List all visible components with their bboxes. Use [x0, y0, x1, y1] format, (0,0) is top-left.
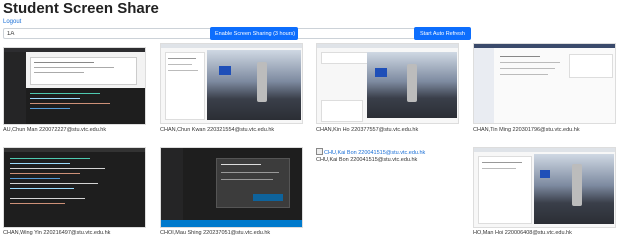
page-title: Student Screen Share	[3, 0, 159, 17]
screen-thumbnail[interactable]	[3, 147, 146, 228]
student-caption: CHOI,Mau Shing 220237051@stu.vtc.edu.hk	[160, 230, 271, 236]
student-caption: CHAN,Wing Yin 220216497@stu.vtc.edu.hk	[3, 230, 111, 236]
screen-thumbnail[interactable]	[160, 43, 303, 124]
student-caption: CHAN,Chun Kwan 220321554@stu.vtc.edu.hk	[160, 127, 275, 133]
student-caption: AU,Chun Man 220072227@stu.vtc.edu.hk	[3, 127, 107, 133]
screen-thumbnail[interactable]	[473, 147, 616, 228]
start-auto-refresh-button[interactable]: Start Auto Refresh	[414, 27, 471, 40]
broken-image-alt: CHU,Kai Bon 220041515@stu.vtc.edu.hk	[324, 150, 426, 156]
student-caption: HO,Man Hoi 220006408@stu.vtc.edu.hk	[473, 230, 572, 236]
screen-thumbnail[interactable]	[316, 43, 459, 124]
screen-thumbnail[interactable]	[3, 47, 146, 125]
logout-link[interactable]: Logout	[3, 19, 21, 25]
broken-image-icon	[316, 148, 323, 155]
screen-thumbnail[interactable]	[160, 147, 303, 228]
screen-thumbnail[interactable]	[473, 43, 616, 124]
enable-screen-sharing-button[interactable]: Enable Screen Sharing (3 hours)	[210, 27, 298, 40]
student-caption: CHAN,Kin Ho 220377557@stu.vtc.edu.hk	[316, 127, 419, 133]
broken-screen-image: CHU,Kai Bon 220041515@stu.vtc.edu.hk	[316, 148, 425, 156]
student-caption: CHAN,Tin Ming 220301796@stu.vtc.edu.hk	[473, 127, 580, 133]
student-caption: CHU,Kai Bon 220041515@stu.vtc.edu.hk	[316, 157, 418, 163]
